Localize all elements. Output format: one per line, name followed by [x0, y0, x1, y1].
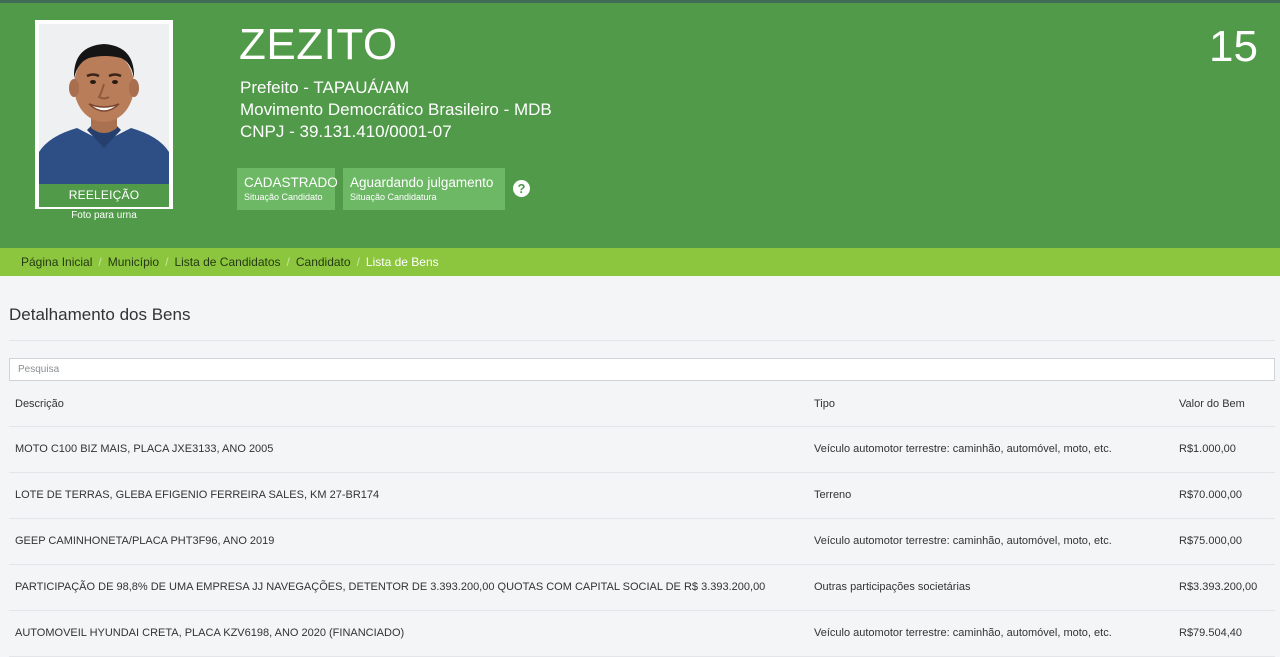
breadcrumb-candidate[interactable]: Candidato: [296, 255, 351, 269]
breadcrumb-candidate-list[interactable]: Lista de Candidatos: [174, 255, 280, 269]
candidate-photo-card: REELEIÇÃO: [35, 20, 173, 209]
table-row: MOTO C100 BIZ MAIS, PLACA JXE3133, ANO 2…: [9, 427, 1275, 473]
asset-value: R$79.504,40: [1179, 627, 1242, 639]
asset-description: LOTE DE TERRAS, GLEBA EFIGENIO FERREIRA …: [15, 489, 380, 501]
asset-value: R$3.393.200,00: [1179, 581, 1258, 593]
asset-value: R$1.000,00: [1179, 443, 1236, 455]
candidate-info: Prefeito - TAPAUÁ/AM Movimento Democráti…: [240, 77, 552, 143]
asset-value: R$70.000,00: [1179, 489, 1242, 501]
asset-description: PARTICIPAÇÃO DE 98,8% DE UMA EMPRESA JJ …: [15, 581, 766, 593]
breadcrumb: Página Inicial / Município / Lista de Candid…: [0, 248, 1280, 276]
candidate-portrait-image: [39, 24, 169, 184]
candidate-number: 15: [1209, 22, 1258, 71]
table-row: PARTICIPAÇÃO DE 98,8% DE UMA EMPRESA JJ …: [9, 565, 1275, 611]
photo-caption: Foto para urna: [71, 210, 137, 221]
breadcrumb-home[interactable]: Página Inicial: [21, 255, 92, 269]
breadcrumb-municipality[interactable]: Município: [108, 255, 159, 269]
status-candidacy-badge: Aguardando julgamento Situação Candidatu…: [343, 168, 505, 210]
table-row: AUTOMOVEIL HYUNDAI CRETA, PLACA KZV6198,…: [9, 611, 1275, 657]
table-row: GEEP CAMINHONETA/PLACA PHT3F96, ANO 2019…: [9, 519, 1275, 565]
breadcrumb-separator: /: [286, 255, 290, 269]
candidate-role: Prefeito - TAPAUÁ/AM: [240, 78, 410, 97]
asset-description: MOTO C100 BIZ MAIS, PLACA JXE3133, ANO 2…: [15, 443, 274, 455]
breadcrumb-separator: /: [165, 255, 169, 269]
candidate-name: ZEZITO: [239, 20, 398, 69]
status-candidate-label: Situação Candidato: [244, 192, 323, 202]
candidate-header: REELEIÇÃO Foto para urna ZEZITO Prefeito…: [0, 3, 1280, 248]
column-header-description[interactable]: Descrição: [15, 382, 64, 426]
asset-type: Veículo automotor terrestre: caminhão, a…: [814, 443, 1112, 455]
status-candidacy-value: Aguardando julgamento: [350, 175, 494, 190]
asset-type: Terreno: [814, 489, 852, 501]
candidate-party: Movimento Democrático Brasileiro - MDB: [240, 100, 552, 119]
breadcrumb-separator: /: [356, 255, 360, 269]
table-header-row: Descrição Tipo Valor do Bem: [9, 382, 1275, 427]
asset-value: R$75.000,00: [1179, 535, 1242, 547]
status-candidacy-label: Situação Candidatura: [350, 192, 437, 202]
asset-description: AUTOMOVEIL HYUNDAI CRETA, PLACA KZV6198,…: [15, 627, 405, 639]
column-header-value[interactable]: Valor do Bem: [1179, 382, 1245, 426]
breadcrumb-separator: /: [98, 255, 102, 269]
column-header-type[interactable]: Tipo: [814, 382, 835, 426]
candidate-cnpj: CNPJ - 39.131.410/0001-07: [240, 122, 452, 141]
section-title: Detalhamento dos Bens: [9, 305, 191, 324]
asset-type: Veículo automotor terrestre: caminhão, a…: [814, 627, 1112, 639]
title-divider: [9, 340, 1275, 341]
search-input[interactable]: [9, 358, 1275, 381]
reelection-badge: REELEIÇÃO: [39, 184, 169, 207]
candidate-photo: [39, 24, 169, 184]
help-icon[interactable]: ?: [513, 180, 530, 197]
assets-table: Descrição Tipo Valor do Bem MOTO C100 BI…: [9, 382, 1275, 657]
asset-type: Veículo automotor terrestre: caminhão, a…: [814, 535, 1112, 547]
table-row: LOTE DE TERRAS, GLEBA EFIGENIO FERREIRA …: [9, 473, 1275, 519]
status-candidate-value: CADASTRADO: [244, 175, 338, 190]
status-candidate-badge: CADASTRADO Situação Candidato: [237, 168, 338, 210]
asset-type: Outras participações societárias: [814, 581, 971, 593]
breadcrumb-assets-list: Lista de Bens: [365, 255, 439, 269]
asset-description: GEEP CAMINHONETA/PLACA PHT3F96, ANO 2019: [15, 535, 275, 547]
